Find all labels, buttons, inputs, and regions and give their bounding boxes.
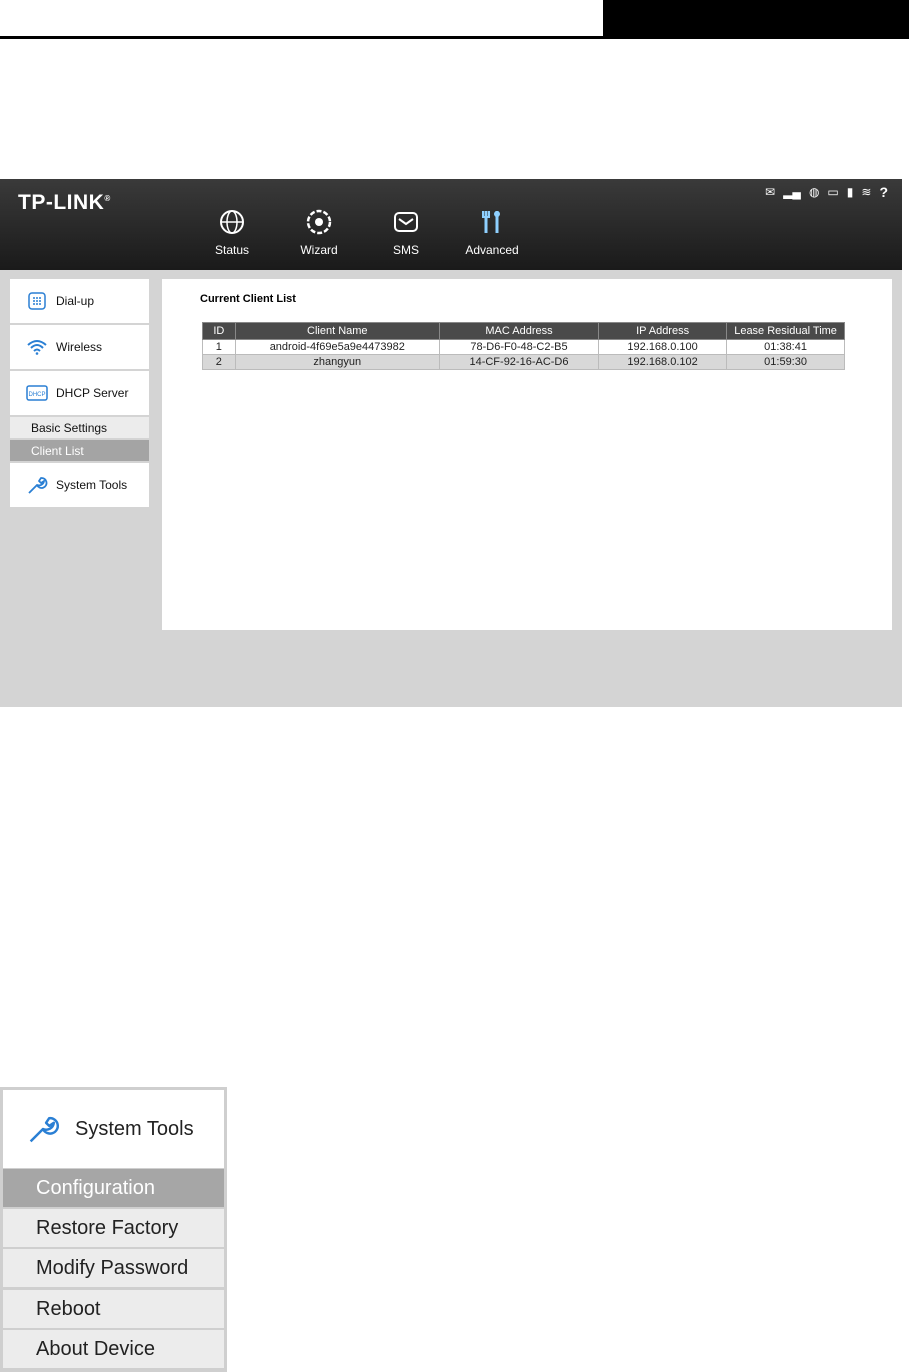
system-tools-menu-zoom: System Tools Configuration Restore Facto…: [0, 1087, 227, 1372]
cell-client-name: android-4f69e5a9e4473982: [234, 339, 440, 355]
menu-item-label: About Device: [36, 1337, 155, 1360]
menu-item-reboot[interactable]: Reboot: [3, 1290, 224, 1328]
signal-icon: ▂▄: [783, 185, 801, 199]
nav-advanced[interactable]: Advanced: [457, 207, 527, 257]
cell-ip: 192.168.0.102: [598, 354, 728, 370]
nav-status[interactable]: Status: [197, 207, 267, 257]
internet-globe-icon: ◍: [808, 185, 820, 199]
status-icons: ✉ ▂▄ ◍ ▭ ▮ ≋ ?: [765, 185, 888, 199]
menu-item-configuration[interactable]: Configuration: [3, 1169, 224, 1207]
logo-text: TP-LINK: [18, 191, 105, 214]
nav-status-label: Status: [214, 243, 250, 257]
cell-mac: 78-D6-F0-48-C2-B5: [438, 339, 600, 355]
sidebar-item-label: System Tools: [56, 478, 128, 492]
cell-lease: 01:59:30: [726, 354, 845, 370]
sidebar-item-dhcp-server[interactable]: DHCP DHCP Server: [10, 371, 149, 417]
router-web-ui: TP-LINK® Status Wizard SMS Advanced ✉ ▂▄…: [0, 179, 902, 707]
client-table: ID Client Name MAC Address IP Address Le…: [202, 322, 845, 370]
battery-icon: ▭: [827, 185, 839, 199]
nav-wizard-label: Wizard: [300, 243, 338, 257]
wifi-icon: ≋: [861, 185, 872, 199]
column-header: Client Name: [234, 322, 440, 340]
menu-item-label: Configuration: [36, 1176, 155, 1199]
dhcp-icon-text: DHCP: [28, 392, 45, 398]
nav-advanced-label: Advanced: [465, 243, 519, 257]
sidebar-subitem-client-list[interactable]: Client List: [10, 440, 149, 463]
table-row: 2 zhangyun 14-CF-92-16-AC-D6 192.168.0.1…: [202, 354, 845, 370]
column-header: MAC Address: [438, 322, 600, 340]
cell-ip: 192.168.0.100: [598, 339, 728, 355]
nav-wizard[interactable]: Wizard: [284, 207, 354, 257]
wrench-icon: [25, 1111, 61, 1147]
cell-id: 2: [202, 354, 236, 370]
sidebar-subitem-label: Client List: [31, 443, 84, 458]
wifi-icon: [26, 336, 48, 358]
menu-item-about-device[interactable]: About Device: [3, 1330, 224, 1368]
envelope-icon: [391, 207, 421, 237]
menu-item-restore-factory[interactable]: Restore Factory: [3, 1209, 224, 1247]
sidebar-item-dialup[interactable]: Dial-up: [10, 279, 149, 325]
cell-id: 1: [202, 339, 236, 355]
sidebar-item-wireless[interactable]: Wireless: [10, 325, 149, 371]
sidebar-item-label: Wireless: [56, 340, 103, 354]
nav-sms[interactable]: SMS: [371, 207, 441, 257]
tplink-logo: TP-LINK®: [18, 191, 111, 214]
column-header: IP Address: [598, 322, 728, 340]
tools-icon: [477, 207, 507, 237]
document-header-rule: [0, 36, 909, 39]
page-title: Current Client List: [200, 293, 296, 305]
menu-item-modify-password[interactable]: Modify Password: [3, 1249, 224, 1287]
table-header-row: ID Client Name MAC Address IP Address Le…: [202, 322, 845, 340]
column-header: ID: [202, 322, 236, 340]
cell-mac: 14-CF-92-16-AC-D6: [438, 354, 600, 370]
globe-icon: [217, 207, 247, 237]
sidebar-item-label: Dial-up: [56, 294, 95, 308]
main-content: Current Client List ID Client Name MAC A…: [162, 279, 892, 630]
document-header-tab: [603, 0, 909, 39]
sidebar-item-system-tools[interactable]: System Tools: [10, 463, 149, 509]
nav-sms-label: SMS: [392, 243, 419, 257]
dialpad-icon: [26, 290, 48, 312]
column-header: Lease Residual Time: [726, 322, 845, 340]
system-tools-header[interactable]: System Tools: [3, 1090, 224, 1168]
cell-client-name: zhangyun: [234, 354, 440, 370]
table-row: 1 android-4f69e5a9e4473982 78-D6-F0-48-C…: [202, 339, 845, 355]
menu-item-label: Reboot: [36, 1297, 101, 1320]
dhcp-icon: DHCP: [26, 382, 48, 404]
sidebar-item-label: DHCP Server: [56, 386, 129, 400]
sidebar-subitem-label: Basic Settings: [31, 420, 108, 435]
sidebar: Dial-up Wireless DHCP DHCP Server Basic …: [10, 279, 149, 509]
menu-item-label: Restore Factory: [36, 1216, 179, 1239]
sidebar-subitem-basic-settings[interactable]: Basic Settings: [10, 417, 149, 440]
gear-icon: [304, 207, 334, 237]
help-icon[interactable]: ?: [879, 185, 888, 199]
top-bar: TP-LINK® Status Wizard SMS Advanced ✉ ▂▄…: [0, 179, 902, 270]
menu-item-label: Modify Password: [36, 1256, 189, 1279]
cell-lease: 01:38:41: [726, 339, 845, 355]
system-tools-title: System Tools: [75, 1117, 194, 1140]
sd-card-icon: ▮: [846, 185, 854, 199]
envelope-icon[interactable]: ✉: [765, 186, 775, 198]
wrench-icon: [26, 474, 48, 496]
